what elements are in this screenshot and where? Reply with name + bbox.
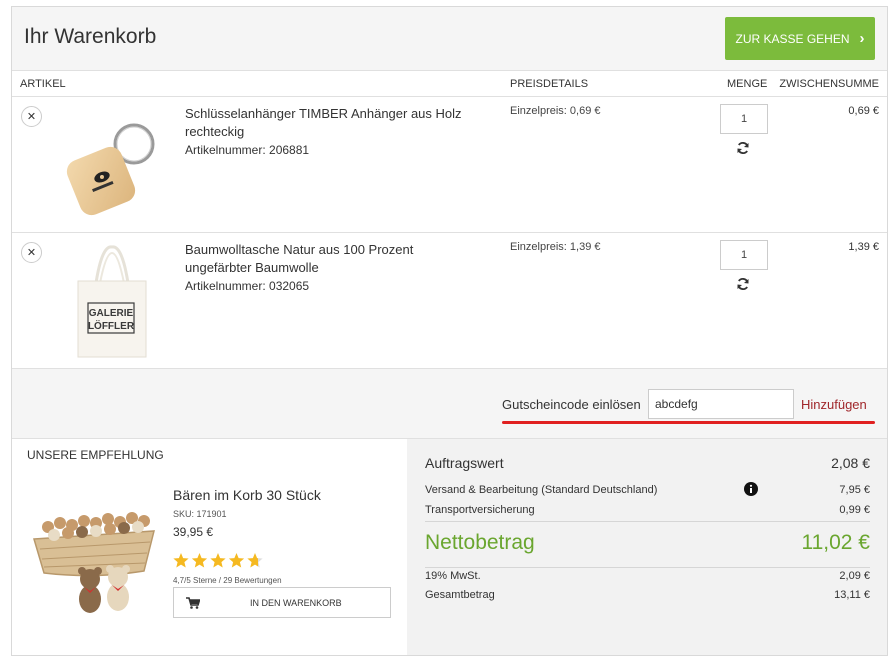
item-sku: Artikelnummer: 206881	[185, 143, 310, 157]
unit-price: Einzelpreis: 0,69 €	[510, 105, 601, 117]
star-rating	[173, 553, 263, 568]
cart-item: ✕ GALERIE LÖFFLER Baumwolltasche Natur a…	[12, 233, 887, 369]
total-value: 13,11 €	[834, 589, 870, 601]
refresh-icon[interactable]	[736, 141, 750, 155]
total-label: Gesamtbetrag	[425, 589, 495, 601]
rating-text: 4,7/5 Sterne / 29 Bewertungen	[173, 576, 282, 585]
tote-bag-icon: GALERIE LÖFFLER	[77, 245, 147, 358]
item-sku: Artikelnummer: 032065	[185, 279, 310, 293]
item-name-link[interactable]: Baumwolltasche Natur aus 100 Prozent ung…	[185, 241, 475, 277]
shipping-label: Versand & Bearbeitung (Standard Deutschl…	[425, 484, 658, 496]
vat-value: 2,09 €	[839, 570, 870, 582]
item-name-link[interactable]: Schlüsselanhänger TIMBER Anhänger aus Ho…	[185, 105, 475, 141]
recommendation-panel: UNSERE EMPFEHLUNG Bären im Korb 30 Stück…	[12, 439, 407, 655]
chevron-right-icon: ›	[859, 30, 865, 47]
shipping-value: 7,95 €	[839, 484, 870, 496]
checkout-button[interactable]: ZUR KASSE GEHEN ›	[725, 17, 875, 60]
cart-header: Ihr Warenkorb ZUR KASSE GEHEN ›	[12, 7, 887, 71]
highlight-underline	[502, 421, 875, 424]
unit-price: Einzelpreis: 1,39 €	[510, 241, 601, 253]
teddy-basket-icon	[33, 512, 155, 613]
item-subtotal: 0,69 €	[848, 105, 879, 117]
column-price-details: PREISDETAILS	[510, 78, 589, 90]
checkout-label: ZUR KASSE GEHEN	[735, 31, 850, 46]
item-subtotal: 1,39 €	[848, 241, 879, 253]
info-icon[interactable]	[744, 482, 758, 496]
vat-label: 19% MwSt.	[425, 570, 481, 582]
bag-print-line-2: LÖFFLER	[88, 319, 135, 332]
insurance-value: 0,99 €	[839, 504, 870, 516]
voucher-section: Gutscheincode einlösen Hinzufügen	[12, 369, 887, 439]
voucher-add-link[interactable]: Hinzufügen	[801, 397, 867, 412]
star-icon	[228, 553, 245, 568]
net-label: Nettobetrag	[425, 531, 535, 554]
page-title: Ihr Warenkorb	[24, 25, 157, 48]
recommendation-title: UNSERE EMPFEHLUNG	[27, 448, 164, 462]
star-icon	[173, 553, 189, 568]
recommendation-name-link[interactable]: Bären im Korb 30 Stück	[173, 487, 321, 503]
cart-item: ✕ Schlüsselanhänger TIMBER Anhänger aus …	[12, 97, 887, 233]
bag-print-line-1: GALERIE	[89, 308, 134, 319]
star-icon	[191, 553, 208, 568]
star-icon	[247, 553, 263, 568]
star-icon	[210, 553, 226, 568]
voucher-code-input[interactable]	[648, 389, 794, 419]
divider	[425, 567, 870, 568]
net-value: 11,02 €	[801, 531, 870, 554]
remove-item-button[interactable]: ✕	[21, 106, 42, 127]
remove-item-button[interactable]: ✕	[21, 242, 42, 263]
divider	[425, 521, 870, 522]
keychain-icon	[66, 123, 155, 216]
column-subtotal: ZWISCHENSUMME	[779, 78, 879, 90]
order-value: 2,08 €	[831, 455, 870, 471]
order-value-label: Auftragswert	[425, 455, 504, 471]
column-quantity: MENGE	[727, 78, 768, 90]
order-summary: Auftragswert 2,08 € Versand & Bearbeitun…	[407, 439, 887, 655]
cart-icon	[186, 597, 200, 609]
shopping-cart: Ihr Warenkorb ZUR KASSE GEHEN › ARTIKEL …	[11, 6, 888, 656]
recommendation-sku: SKU: 171901	[173, 509, 227, 519]
insurance-label: Transportversicherung	[425, 504, 535, 516]
quantity-input[interactable]	[720, 240, 768, 270]
recommendation-price: 39,95 €	[173, 525, 214, 539]
quantity-input[interactable]	[720, 104, 768, 134]
refresh-icon[interactable]	[736, 277, 750, 291]
voucher-label: Gutscheincode einlösen	[502, 397, 641, 412]
add-to-cart-label: IN DEN WARENKORB	[250, 598, 342, 608]
column-article: ARTIKEL	[20, 78, 66, 90]
add-to-cart-button[interactable]: IN DEN WARENKORB	[173, 587, 391, 618]
column-headers: ARTIKEL PREISDETAILS MENGE ZWISCHENSUMME	[12, 71, 887, 97]
